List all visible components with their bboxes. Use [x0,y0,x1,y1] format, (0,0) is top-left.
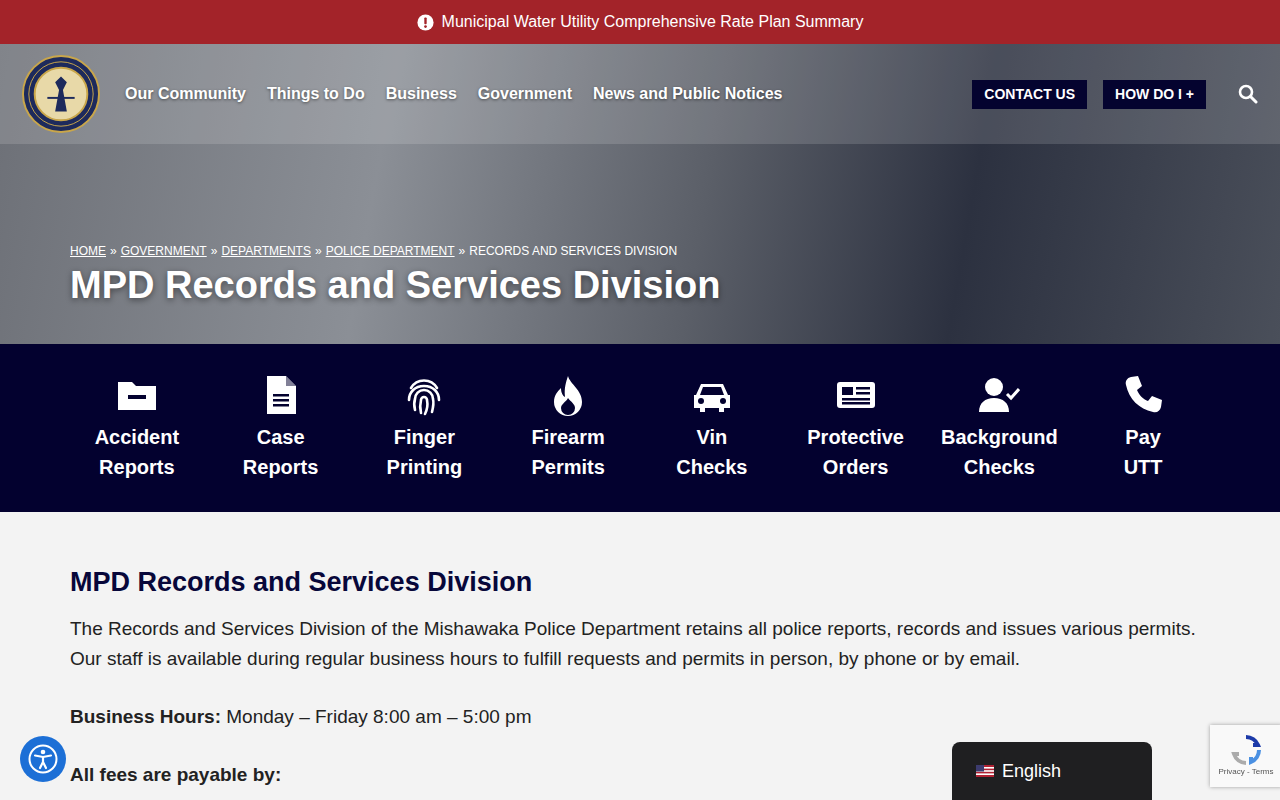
contact-button[interactable]: CONTACT US [972,80,1087,109]
breadcrumb-link[interactable]: DEPARTMENTS [221,242,311,260]
quick-link-label[interactable]: Pay [1125,422,1161,452]
quick-link-label[interactable]: UTT [1124,452,1163,482]
fingerprint-icon [403,374,445,422]
how-do-i-button[interactable]: HOW DO I + [1103,80,1206,109]
nav-link-item[interactable]: Things to Do [267,82,365,106]
quick-link-label[interactable]: Reports [99,452,175,482]
hours-label: Business Hours: [70,706,221,727]
search-icon[interactable] [1238,84,1258,104]
user-check-icon [978,374,1020,422]
quick-link-label[interactable]: Reports [243,452,319,482]
quick-link-label[interactable]: Finger [394,422,455,452]
breadcrumb-link[interactable]: POLICE DEPARTMENT [326,242,455,260]
fees-label: All fees are payable by: [70,764,281,785]
quick-link-label[interactable]: Orders [823,452,889,482]
breadcrumb-separator: » [110,242,117,260]
quick-link-label[interactable]: Case [257,422,305,452]
quick-link-label[interactable]: Accident [95,422,179,452]
language-switcher[interactable]: English [952,742,1152,800]
hours-value: Monday – Friday 8:00 am – 5:00 pm [226,706,531,727]
quick-links: AccidentReportsCaseReportsFingerPrinting… [0,344,1280,512]
section-heading: MPD Records and Services Division [70,566,1210,598]
quick-link[interactable]: FingerPrinting [353,374,497,482]
quick-link[interactable]: AccidentReports [65,374,209,482]
quick-link[interactable]: CaseReports [209,374,353,482]
quick-link[interactable]: VinChecks [640,374,784,482]
recaptcha-icon [1230,734,1262,766]
document-icon [260,374,302,422]
phone-icon [1122,374,1164,422]
car-icon [691,374,733,422]
quick-link-label[interactable]: Protective [807,422,904,452]
nav-link-item[interactable]: Business [386,82,457,106]
quick-link-label[interactable]: Firearm [531,422,604,452]
quick-link-label[interactable]: Checks [964,452,1035,482]
alert-bar[interactable]: Municipal Water Utility Comprehensive Ra… [0,0,1280,44]
breadcrumb-current: RECORDS AND SERVICES DIVISION [469,242,677,260]
city-seal-icon [22,55,100,133]
page-title: MPD Records and Services Division [70,262,1210,308]
quick-link-label[interactable]: Checks [676,452,747,482]
quick-link[interactable]: ProtectiveOrders [784,374,928,482]
exclamation-icon [417,14,434,31]
main-nav: Our Community Things to Do Business Governm… [0,44,1280,144]
nav-link-item[interactable]: News and Public Notices [593,82,782,106]
language-label[interactable]: English [1002,758,1061,785]
accessibility-button[interactable] [20,736,66,782]
quick-link-label[interactable]: Printing [387,452,463,482]
quick-link-label[interactable]: Permits [531,452,604,482]
newspaper-icon [835,374,877,422]
recaptcha-links[interactable]: Privacy - Terms [1219,766,1274,778]
quick-link[interactable]: BackgroundChecks [928,374,1072,482]
intro-paragraph: The Records and Services Division of the… [70,614,1210,674]
us-flag-icon [976,765,994,777]
breadcrumb-link[interactable]: GOVERNMENT [121,242,207,260]
nav-link-item[interactable]: Government [478,82,572,106]
breadcrumb-separator: » [459,242,466,260]
alert-link[interactable]: Municipal Water Utility Comprehensive Ra… [442,10,864,34]
quick-link[interactable]: FirearmPermits [496,374,640,482]
nav-link-item[interactable]: Our Community [125,82,246,106]
accessibility-icon [28,744,58,774]
quick-link-label[interactable]: Background [941,422,1058,452]
recaptcha-badge: Privacy - Terms [1210,725,1280,787]
breadcrumb-separator: » [211,242,218,260]
breadcrumb: HOME»GOVERNMENT»DEPARTMENTS»POLICE DEPAR… [70,242,1210,260]
hero: Our Community Things to Do Business Governm… [0,44,1280,344]
fire-icon [547,374,589,422]
business-hours: Business Hours: Monday – Friday 8:00 am … [70,702,1210,732]
breadcrumb-link[interactable]: HOME [70,242,106,260]
quick-link-label[interactable]: Vin [696,422,727,452]
breadcrumb-separator: » [315,242,322,260]
quick-link[interactable]: PayUTT [1071,374,1215,482]
folder-icon [116,374,158,422]
